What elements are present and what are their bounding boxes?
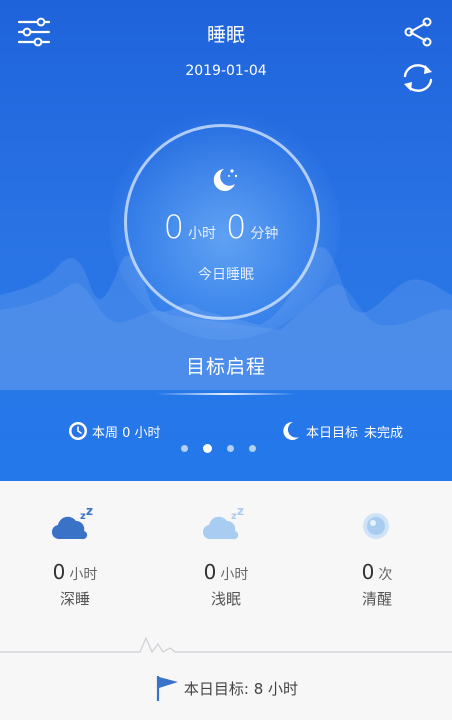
sleep-hours-value: 0 [163, 208, 184, 246]
awake-value: 0次 [302, 560, 452, 584]
day-goal-status: 本日目标 未完成 [282, 420, 403, 442]
deep-sleep-cloud-icon: z z [52, 505, 93, 540]
awake-unit: 次 [378, 567, 393, 583]
sleep-hours-unit: 小时 [188, 226, 216, 242]
sync-icon[interactable] [399, 61, 437, 95]
moon-icon [283, 421, 299, 440]
page-title: 睡眠 [206, 24, 245, 46]
daily-target[interactable]: 本日目标: 8 小时 [0, 670, 452, 706]
day-goal-state: 未完成 [364, 425, 404, 441]
goal-title: 目标启程 [185, 356, 266, 378]
moon-stars-icon [213, 169, 238, 191]
page-dot-2[interactable] [203, 444, 212, 453]
page-indicator [181, 444, 256, 453]
sleep-duration: 0 小时 0 分钟 [0, 208, 452, 246]
svg-text:z: z [237, 505, 244, 518]
flag-icon [156, 676, 178, 701]
deep-sleep-label: 深睡 [59, 590, 90, 608]
sleep-stats: z z 0 小时 深睡 z z 0 小时 浅眠 0次 清醒 [0, 481, 452, 641]
page-dot-4[interactable] [249, 445, 256, 452]
svg-text:z: z [86, 505, 93, 518]
page-dot-3[interactable] [227, 445, 234, 452]
week-summary-label: 本周 0 小时 [92, 425, 161, 441]
deep-sleep-value: 0 小时 [0, 560, 150, 584]
date-label: 2019-01-04 [185, 63, 267, 79]
today-sleep-label: 今日睡眠 [198, 267, 254, 283]
awake-label: 清醒 [361, 590, 392, 608]
page-dot-1[interactable] [181, 445, 188, 452]
goal-divider [156, 393, 296, 395]
light-sleep-cloud-icon: z z [203, 505, 244, 540]
deep-sleep-number: 0 [52, 560, 66, 584]
deep-sleep-unit: 小时 [69, 567, 98, 583]
sleep-hero-panel: 睡眠 2019-01-04 0 小时 0 分钟 今日睡眠 目标启程 本周 0 小… [0, 0, 452, 481]
light-sleep-label: 浅眠 [210, 590, 241, 608]
week-summary: 本周 0 小时 [68, 420, 161, 442]
sleep-trend-line [0, 636, 452, 654]
clock-icon [69, 422, 87, 440]
light-sleep-number: 0 [203, 560, 217, 584]
share-icon[interactable] [402, 16, 434, 48]
daily-target-label: 本日目标: 8 小时 [183, 679, 299, 698]
light-sleep-value: 0 小时 [151, 560, 301, 584]
awake-number: 0 [361, 560, 375, 584]
sleep-minutes-value: 0 [226, 208, 247, 246]
sleep-minutes-unit: 分钟 [250, 226, 279, 242]
awake-eye-icon [363, 513, 389, 539]
day-goal-label: 本日目标 [306, 425, 359, 441]
light-sleep-unit: 小时 [220, 567, 249, 583]
